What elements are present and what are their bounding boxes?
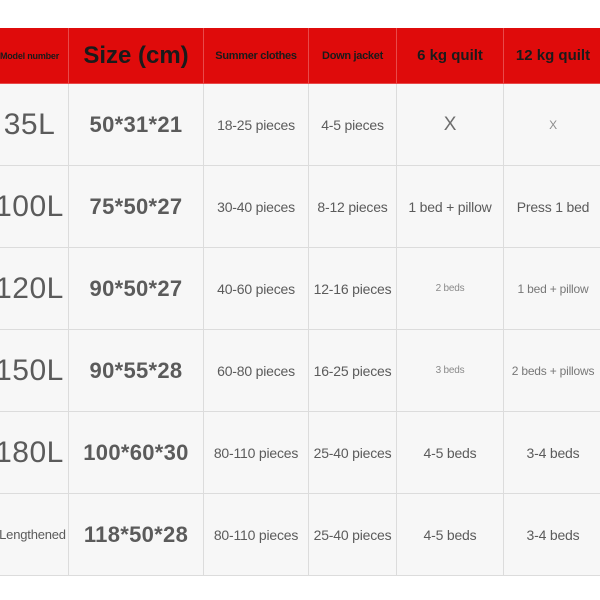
column-header-down-jacket: Down jacket <box>308 28 397 84</box>
cell-6kg-quilt: 3 beds <box>396 329 504 412</box>
table-row: 35L 50*31*21 18-25 pieces 4-5 pieces X X <box>0 83 600 166</box>
table-body: 35L 50*31*21 18-25 pieces 4-5 pieces X X… <box>0 83 600 576</box>
cell-summer-clothes: 18-25 pieces <box>203 83 309 166</box>
column-header-size: Size (cm) <box>68 28 204 84</box>
cell-model-number: 120L <box>0 247 69 330</box>
cell-6kg-quilt: 4-5 beds <box>396 493 504 576</box>
cell-model-number: Lengthened <box>0 493 69 576</box>
cell-summer-clothes: 30-40 pieces <box>203 165 309 248</box>
cell-6kg-quilt: 1 bed + pillow <box>396 165 504 248</box>
cell-size: 75*50*27 <box>68 165 204 248</box>
table-row: 120L 90*50*27 40-60 pieces 12-16 pieces … <box>0 247 600 330</box>
cell-summer-clothes: 80-110 pieces <box>203 411 309 494</box>
cell-down-jacket: 25-40 pieces <box>308 493 397 576</box>
cell-size: 90*55*28 <box>68 329 204 412</box>
cell-6kg-quilt: X <box>396 83 504 166</box>
column-header-6kg-quilt: 6 kg quilt <box>396 28 504 84</box>
cell-model-number: 180L <box>0 411 69 494</box>
cell-model-number: 35L <box>0 83 69 166</box>
cell-12kg-quilt: X <box>503 83 600 166</box>
cell-6kg-quilt: 2 beds <box>396 247 504 330</box>
cell-model-number: 150L <box>0 329 69 412</box>
cell-size: 90*50*27 <box>68 247 204 330</box>
cell-down-jacket: 8-12 pieces <box>308 165 397 248</box>
table-row: 150L 90*55*28 60-80 pieces 16-25 pieces … <box>0 329 600 412</box>
table-header: Model number Size (cm) Summer clothes Do… <box>0 28 600 84</box>
product-size-chart: Model number Size (cm) Summer clothes Do… <box>0 0 600 600</box>
column-header-model-number: Model number <box>0 28 69 84</box>
cell-down-jacket: 25-40 pieces <box>308 411 397 494</box>
cell-down-jacket: 16-25 pieces <box>308 329 397 412</box>
cell-down-jacket: 4-5 pieces <box>308 83 397 166</box>
table-row: 100L 75*50*27 30-40 pieces 8-12 pieces 1… <box>0 165 600 248</box>
cell-summer-clothes: 60-80 pieces <box>203 329 309 412</box>
column-header-summer-clothes: Summer clothes <box>203 28 309 84</box>
cell-size: 118*50*28 <box>68 493 204 576</box>
header-row: Model number Size (cm) Summer clothes Do… <box>0 28 600 84</box>
cell-summer-clothes: 40-60 pieces <box>203 247 309 330</box>
cell-12kg-quilt: 2 beds + pillows <box>503 329 600 412</box>
cell-down-jacket: 12-16 pieces <box>308 247 397 330</box>
table-row: 180L 100*60*30 80-110 pieces 25-40 piece… <box>0 411 600 494</box>
cell-summer-clothes: 80-110 pieces <box>203 493 309 576</box>
cell-6kg-quilt: 4-5 beds <box>396 411 504 494</box>
cell-size: 100*60*30 <box>68 411 204 494</box>
cell-12kg-quilt: 1 bed + pillow <box>503 247 600 330</box>
cell-12kg-quilt: 3-4 beds <box>503 493 600 576</box>
size-specification-table: Model number Size (cm) Summer clothes Do… <box>0 28 600 576</box>
cell-model-number: 100L <box>0 165 69 248</box>
cell-size: 50*31*21 <box>68 83 204 166</box>
cell-12kg-quilt: 3-4 beds <box>503 411 600 494</box>
table-row: Lengthened 118*50*28 80-110 pieces 25-40… <box>0 493 600 576</box>
column-header-12kg-quilt: 12 kg quilt <box>503 28 600 84</box>
cell-12kg-quilt: Press 1 bed <box>503 165 600 248</box>
